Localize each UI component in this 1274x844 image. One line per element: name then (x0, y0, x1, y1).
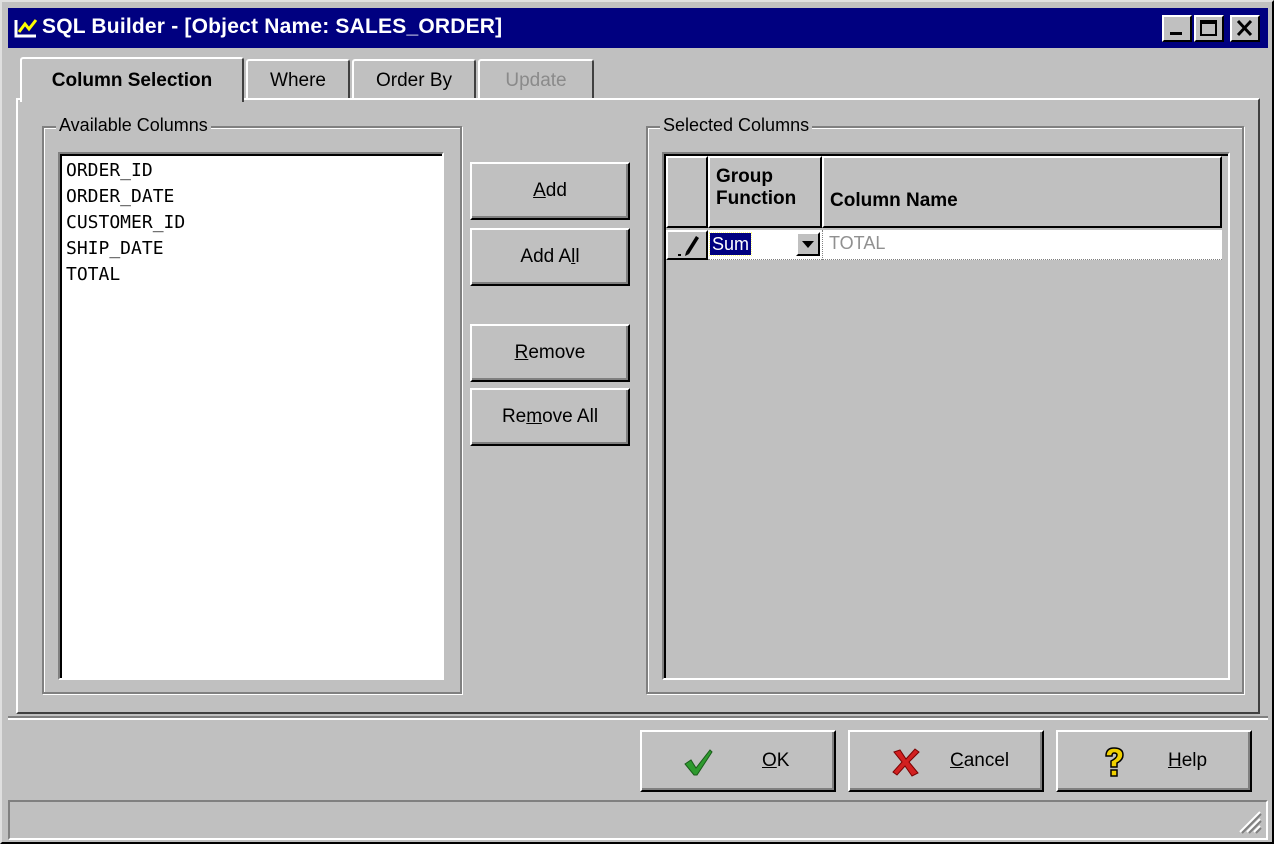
grid-header-column-name[interactable]: Column Name (822, 156, 1222, 228)
group-function-dropdown-button[interactable] (796, 232, 820, 256)
available-columns-label: Available Columns (56, 115, 211, 136)
list-item[interactable]: SHIP_DATE (66, 236, 442, 262)
maximize-icon (1200, 20, 1217, 36)
window-title: SQL Builder - [Object Name: SALES_ORDER] (42, 15, 503, 38)
group-function-cell[interactable]: Sum (708, 230, 822, 260)
status-bar (8, 800, 1268, 840)
grid-header-indicator (666, 156, 708, 228)
column-name-cell[interactable]: TOTAL (822, 230, 1222, 260)
remove-all-button[interactable]: Re m ove All (470, 388, 630, 446)
help-label: Help (1168, 750, 1208, 771)
footer-separator (8, 716, 1268, 720)
list-item[interactable]: ORDER_DATE (66, 184, 442, 210)
tab-label: Update (505, 69, 567, 91)
question-mark-icon (1105, 747, 1124, 777)
available-columns-list[interactable]: ORDER_ID ORDER_DATE CUSTOMER_ID SHIP_DAT… (58, 152, 444, 680)
title-bar[interactable]: SQL Builder - [Object Name: SALES_ORDER] (8, 8, 1268, 48)
resize-grip-icon[interactable] (1232, 804, 1262, 834)
grid-header-group-function[interactable]: Group Function (708, 156, 822, 228)
tab-update[interactable]: Update (478, 59, 594, 100)
row-indicator[interactable] (666, 230, 708, 260)
remove-all-label-key: m (526, 406, 543, 427)
column-name-header: Column Name (830, 190, 958, 211)
chevron-down-icon (802, 241, 814, 248)
x-icon (892, 748, 920, 777)
help-button[interactable]: Help (1056, 730, 1252, 792)
ok-label: OK (762, 750, 790, 771)
tab-column-selection[interactable]: Column Selection (20, 57, 244, 102)
selected-columns-label: Selected Columns (660, 115, 813, 136)
cancel-label: Cancel (950, 750, 1010, 771)
group-header-line1: Group (716, 166, 773, 187)
add-all-label-post: l (575, 246, 580, 267)
list-item[interactable]: TOTAL (66, 262, 442, 288)
add-label-post: dd (545, 180, 567, 201)
checkmark-icon (684, 749, 713, 776)
pencil-icon (678, 236, 699, 256)
sql-builder-window: SQL Builder - [Object Name: SALES_ORDER]… (0, 0, 1274, 844)
remove-label-post: emove (528, 342, 586, 363)
close-button[interactable] (1230, 15, 1260, 42)
group-function-value[interactable]: Sum (708, 232, 753, 256)
add-all-label-pre: Add A (520, 246, 572, 267)
tab-where[interactable]: Where (246, 59, 350, 100)
add-button[interactable]: Add (470, 162, 630, 220)
selected-columns-grid[interactable]: Group Function Column Name Sum TOTAL (662, 152, 1230, 680)
tab-label: Where (270, 69, 326, 91)
remove-label-key: R (514, 342, 529, 363)
tab-label: Order By (375, 69, 453, 91)
sql-builder-icon (14, 19, 38, 38)
tab-order-by[interactable]: Order By (352, 59, 476, 100)
list-item[interactable]: CUSTOMER_ID (66, 210, 442, 236)
close-icon (1236, 19, 1253, 37)
remove-all-label-pre: Re (501, 406, 527, 427)
remove-button[interactable]: Remove (470, 324, 630, 382)
maximize-button[interactable] (1194, 15, 1224, 42)
tab-label: Column Selection (51, 69, 213, 91)
remove-all-label-post: ove All (542, 406, 599, 427)
ok-button[interactable]: OK (640, 730, 836, 792)
minimize-icon (1170, 32, 1182, 35)
add-all-button[interactable]: Add All (470, 228, 630, 286)
minimize-button[interactable] (1162, 15, 1192, 42)
group-header-line2: Function (716, 188, 797, 209)
cancel-button[interactable]: Cancel (848, 730, 1044, 792)
add-label-key: A (533, 180, 546, 201)
list-item[interactable]: ORDER_ID (66, 158, 442, 184)
